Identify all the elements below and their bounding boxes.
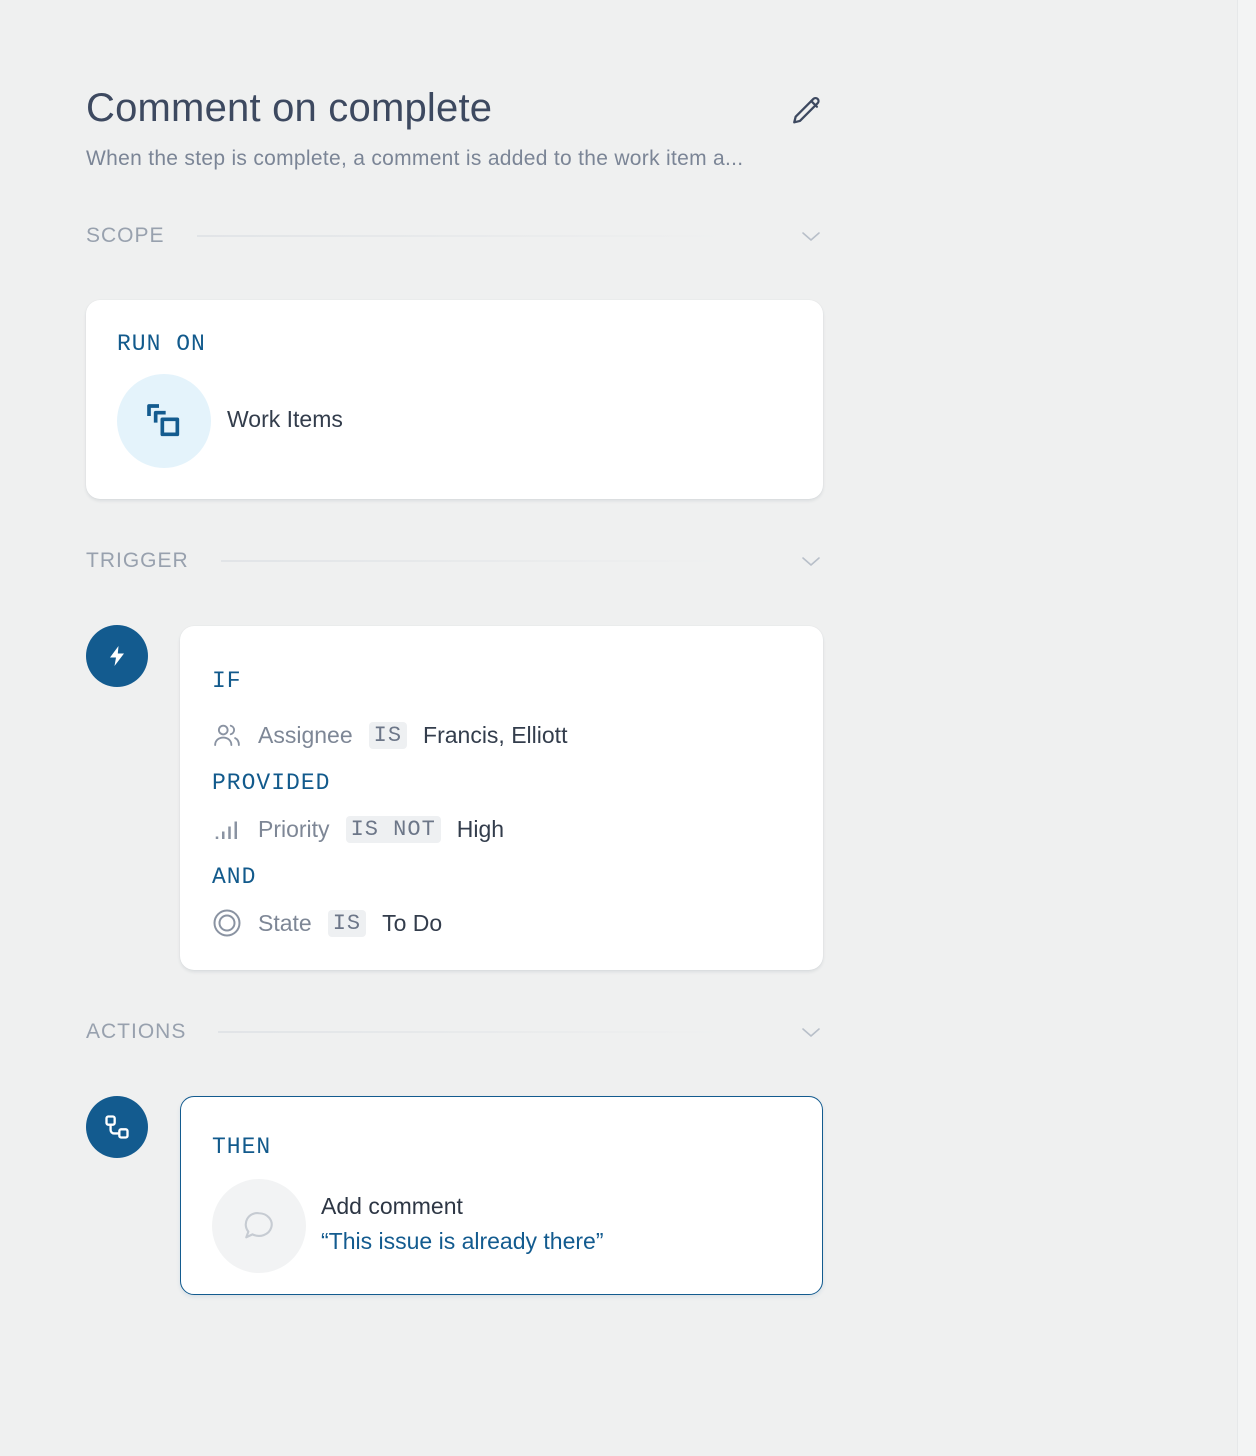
if-label: IF — [212, 668, 242, 694]
action-title: Add comment — [321, 1193, 463, 1219]
actions-section-label: ACTIONS — [86, 1020, 187, 1043]
action-card[interactable]: THEN Add comment “This issue is already … — [180, 1096, 823, 1295]
work-items-icon — [147, 404, 180, 437]
and-label: AND — [212, 864, 257, 890]
condition-row[interactable]: Assignee IS Francis, Elliott — [212, 718, 567, 752]
trigger-card: IF Assignee IS Francis, Elliott PROVIDED… — [180, 626, 823, 970]
work-items-icon-badge — [117, 374, 211, 468]
scope-section-label: SCOPE — [86, 224, 165, 247]
condition-value: High — [456, 815, 505, 842]
condition-row[interactable]: Priority IS NOT High — [212, 812, 504, 846]
chevron-down-icon[interactable] — [798, 223, 824, 249]
condition-value: To Do — [382, 909, 443, 936]
chevron-down-icon[interactable] — [798, 1019, 824, 1045]
right-panel-edge — [1237, 0, 1256, 1456]
state-circle-icon — [212, 908, 242, 938]
action-flow-icon — [105, 1115, 129, 1139]
edit-button[interactable] — [788, 92, 826, 130]
run-on-target: Work Items — [227, 406, 343, 432]
condition-field: Priority — [258, 815, 330, 842]
page-title: Comment on complete — [86, 86, 493, 130]
condition-row[interactable]: State IS To Do — [212, 906, 442, 940]
actions-section-header[interactable]: ACTIONS — [86, 1017, 824, 1047]
scope-section-header[interactable]: SCOPE — [86, 221, 824, 251]
users-icon — [212, 720, 242, 750]
run-on-label: RUN ON — [117, 331, 206, 357]
section-divider — [220, 560, 728, 562]
provided-label: PROVIDED — [212, 770, 331, 796]
condition-field: State — [258, 909, 312, 936]
section-divider — [196, 235, 728, 237]
lightning-icon — [110, 646, 124, 666]
trigger-section-label: TRIGGER — [86, 549, 189, 572]
page-description: When the step is complete, a comment is … — [86, 147, 744, 170]
condition-operator: IS — [327, 909, 367, 937]
condition-field: Assignee — [258, 721, 353, 748]
chevron-down-icon[interactable] — [798, 548, 824, 574]
action-detail: “This issue is already there” — [321, 1228, 604, 1254]
priority-bars-icon — [212, 814, 242, 844]
scope-card: RUN ON Work Items — [86, 300, 823, 499]
action-node — [86, 1096, 148, 1158]
trigger-section-header[interactable]: TRIGGER — [86, 546, 824, 576]
condition-operator: IS — [368, 721, 408, 749]
trigger-node — [86, 625, 148, 687]
condition-operator: IS NOT — [345, 815, 441, 843]
then-label: THEN — [212, 1134, 272, 1160]
condition-value: Francis, Elliott — [423, 721, 568, 748]
comment-bubble-icon — [244, 1212, 273, 1239]
section-divider — [218, 1031, 728, 1033]
comment-icon-badge — [212, 1179, 306, 1273]
pencil-icon — [793, 96, 820, 124]
